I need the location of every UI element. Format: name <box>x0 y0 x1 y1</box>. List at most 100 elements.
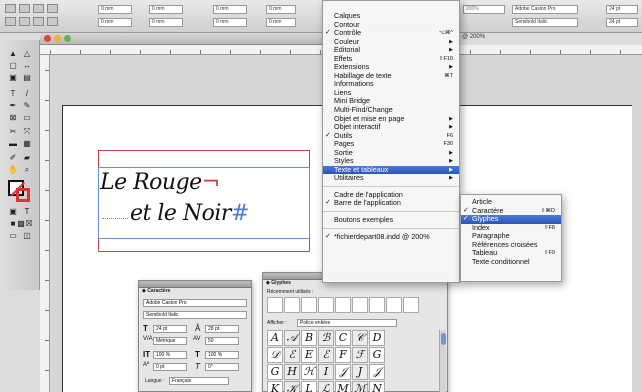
recent-glyph-slot[interactable] <box>301 297 317 313</box>
type-tool-icon[interactable]: T <box>6 88 20 99</box>
glyph-cell[interactable]: ℰ <box>284 347 300 363</box>
scissors-tool-icon[interactable]: ✂ <box>6 126 20 137</box>
page-tool-icon[interactable]: ▢ <box>6 60 20 71</box>
glyphs-panel-tab[interactable]: ◆ Glyphes <box>266 280 291 286</box>
char-kerning-field[interactable]: Métrique <box>153 337 187 345</box>
glyph-cell[interactable]: ℒ <box>318 381 334 392</box>
menu-item-barre-application[interactable]: ✓ Barre de l'application <box>323 199 459 208</box>
rectangle-tool-icon[interactable]: ▭ <box>20 112 34 123</box>
char-language-field[interactable]: Français <box>169 377 229 385</box>
note-tool-icon[interactable]: ▰ <box>20 152 34 163</box>
glyph-cell[interactable]: G <box>369 347 385 363</box>
char-leading-field[interactable]: 28 pt <box>205 325 239 333</box>
gradient-tool-icon[interactable]: ▬ <box>6 138 20 149</box>
recent-glyph-slot[interactable] <box>284 297 300 313</box>
scale-x-field[interactable]: 0 mm <box>213 5 247 14</box>
direct-selection-tool-icon[interactable]: △ <box>20 48 34 59</box>
scale-y-field[interactable]: 0 mm <box>213 18 247 27</box>
char-tracking-field[interactable]: 50 <box>205 337 239 345</box>
char-hscale-field[interactable]: 100 % <box>205 351 239 359</box>
font-size-field[interactable]: 24 pt <box>606 5 638 14</box>
glyph-cell[interactable]: M <box>335 381 351 392</box>
glyph-cell[interactable]: ℬ <box>318 330 334 346</box>
char-font-field[interactable]: Adobe Caslon Pro <box>143 299 247 307</box>
glyph-cell[interactable]: N <box>369 381 385 392</box>
glyph-cell[interactable]: I <box>318 364 334 380</box>
glyph-cell[interactable]: ℳ <box>352 381 368 392</box>
glyph-show-select[interactable]: Police entière <box>297 319 397 327</box>
char-vscale-field[interactable]: 100 % <box>153 351 187 359</box>
menu-item-utilitaires[interactable]: Utilitaires ▶ <box>323 174 459 183</box>
apply-none-icon[interactable]: ☒ <box>22 218 36 229</box>
glyph-cell[interactable]: J <box>352 364 368 380</box>
align-icon[interactable] <box>47 4 58 13</box>
glyph-cell[interactable]: A <box>267 330 283 346</box>
shear-field[interactable]: 0 mm <box>266 18 296 27</box>
recent-glyph-slot[interactable] <box>352 297 368 313</box>
recent-glyph-slot[interactable] <box>386 297 402 313</box>
content-placer-icon[interactable]: ▤ <box>20 72 34 83</box>
minimize-window-icon[interactable] <box>54 35 61 42</box>
x-field[interactable]: 0 mm <box>98 5 132 14</box>
document-tab-title[interactable]: @ 200% <box>462 34 485 40</box>
char-skew-field[interactable]: 0° <box>205 363 239 371</box>
zoom-tool-icon[interactable]: ⌕ <box>20 164 34 175</box>
stroke-swatch-icon[interactable] <box>16 188 30 202</box>
font-family-field[interactable]: Adobe Caslon Pro <box>512 5 578 14</box>
menu-item-boutons-exemples[interactable]: Boutons exemples <box>323 215 459 225</box>
selection-tool-icon[interactable]: ▲ <box>6 48 20 59</box>
font-style-field[interactable]: Semibold Italic <box>512 18 578 27</box>
char-style-field[interactable]: Semibold Italic <box>143 311 247 319</box>
glyph-scrollbar[interactable] <box>439 330 446 392</box>
glyph-cell[interactable]: ℋ <box>301 364 317 380</box>
zoom-field[interactable]: 200% <box>463 5 505 14</box>
char-baseline-field[interactable]: 0 pt <box>153 363 187 371</box>
glyph-cell[interactable]: 𝒥 <box>369 364 385 380</box>
char-size-field[interactable]: 24 pt <box>153 325 187 333</box>
glyph-cell[interactable]: G <box>267 364 283 380</box>
glyph-cell[interactable]: B <box>301 330 317 346</box>
glyph-cell[interactable]: 𝒟 <box>267 347 283 363</box>
title-line-2[interactable]: et le Noir# <box>130 201 249 226</box>
glyph-cell[interactable]: F <box>335 347 351 363</box>
recent-glyph-slot[interactable] <box>335 297 351 313</box>
glyph-cell[interactable]: 𝒥 <box>335 364 351 380</box>
gradient-feather-icon[interactable]: ▦ <box>20 138 34 149</box>
height-field[interactable]: 0 mm <box>149 18 183 27</box>
rotate-field[interactable]: 0 mm <box>266 5 296 14</box>
reference-point-icon[interactable] <box>5 4 16 13</box>
align-icon[interactable] <box>19 4 30 13</box>
frame-tool-icon[interactable]: ⊠ <box>6 112 20 123</box>
glyph-cell[interactable]: E <box>301 347 317 363</box>
preview-mode-icon[interactable]: ◫ <box>20 230 34 241</box>
align-icon[interactable] <box>19 17 30 26</box>
glyph-cell[interactable]: ℰ <box>318 347 334 363</box>
align-icon[interactable] <box>5 17 16 26</box>
leading-field[interactable]: 24 pt <box>606 18 638 27</box>
pen-tool-icon[interactable]: ✒ <box>6 100 20 111</box>
formatting-text-icon[interactable]: T <box>20 206 34 217</box>
eyedropper-tool-icon[interactable]: ✐ <box>6 152 20 163</box>
gap-tool-icon[interactable]: ↔ <box>20 60 34 71</box>
align-icon[interactable] <box>47 17 58 26</box>
transform-tool-icon[interactable]: ⤧ <box>20 126 34 137</box>
recent-glyph-slot[interactable] <box>267 297 283 313</box>
hand-tool-icon[interactable]: ✋ <box>6 164 20 175</box>
glyph-cell[interactable]: C <box>335 330 351 346</box>
formatting-container-icon[interactable]: ▣ <box>6 206 20 217</box>
y-field[interactable]: 0 mm <box>98 18 132 27</box>
title-line-1[interactable]: Le Rouge¬ <box>100 170 220 195</box>
recent-glyph-slot[interactable] <box>369 297 385 313</box>
glyph-cell[interactable]: 𝒞 <box>352 330 368 346</box>
submenu-item-texte-conditionnel[interactable]: Texte conditionnel <box>461 257 561 267</box>
align-icon[interactable] <box>33 4 44 13</box>
line-tool-icon[interactable]: / <box>20 88 34 99</box>
glyph-cell[interactable]: K <box>267 381 283 392</box>
glyph-cell[interactable]: D <box>369 330 385 346</box>
close-window-icon[interactable] <box>44 35 51 42</box>
glyph-cell[interactable]: ℱ <box>352 347 368 363</box>
pencil-tool-icon[interactable]: ✎ <box>20 100 34 111</box>
content-collector-icon[interactable]: ▣ <box>6 72 20 83</box>
menu-item-open-document[interactable]: ✓ *fichierdepart08.indd @ 200% <box>323 232 459 242</box>
glyph-cell[interactable]: 𝒦 <box>284 381 300 392</box>
